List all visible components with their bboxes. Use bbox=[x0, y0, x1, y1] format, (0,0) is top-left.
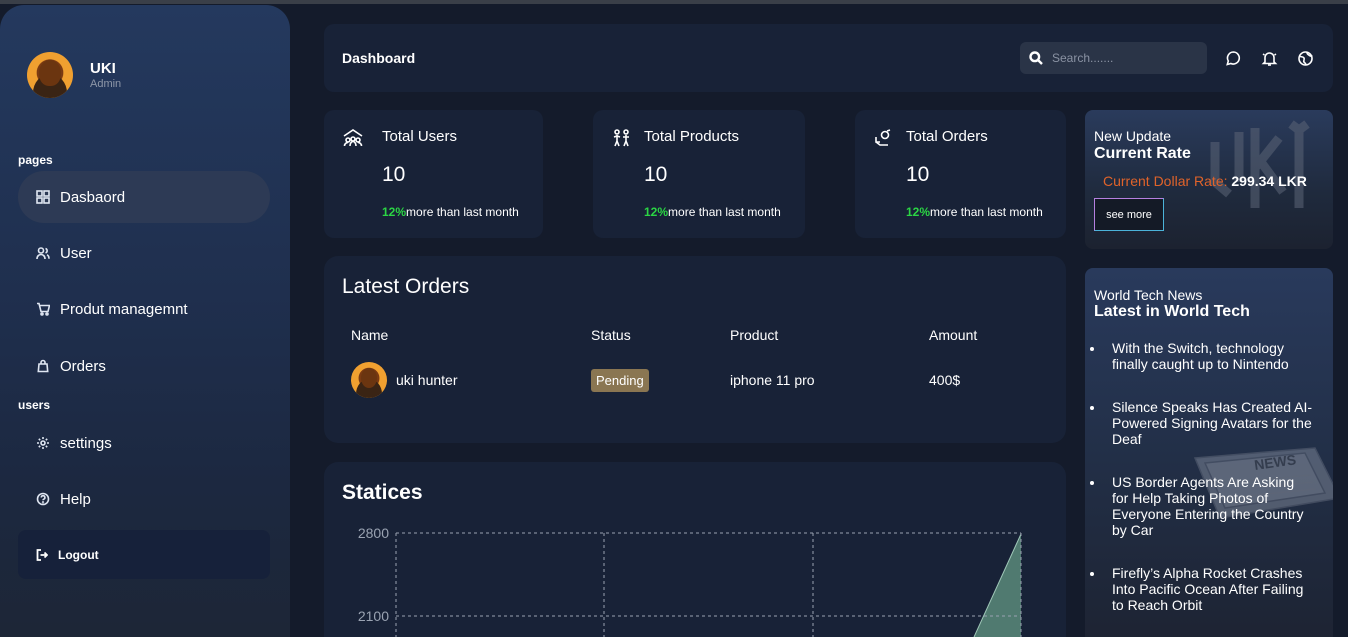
page-title: Dashboard bbox=[342, 50, 416, 66]
cart-icon bbox=[37, 302, 50, 316]
sidebar-item-orders[interactable]: Orders bbox=[18, 340, 270, 392]
search-icon bbox=[1029, 51, 1043, 65]
section-label-pages: pages bbox=[18, 153, 53, 167]
order-amount: 400$ bbox=[929, 372, 961, 388]
users-group-icon bbox=[343, 129, 363, 147]
orders-title: Latest Orders bbox=[342, 275, 470, 298]
chart-grid bbox=[395, 532, 1022, 637]
help-icon bbox=[36, 492, 50, 506]
gear-icon bbox=[37, 437, 49, 449]
column-header-status: Status bbox=[591, 327, 631, 343]
order-product: iphone 11 pro bbox=[730, 372, 815, 388]
sidebar-item-label: Dasbaord bbox=[60, 188, 126, 206]
news-item[interactable]: US Border Agents Are Asking for Help Tak… bbox=[1090, 474, 1312, 538]
stat-value: 10 bbox=[382, 163, 406, 186]
sidebar: UKI Admin pages Dasbaord User Produt man… bbox=[0, 5, 290, 637]
stat-card-total-orders[interactable]: Total Orders 10 12%more than last month bbox=[855, 110, 1066, 238]
news-list: With the Switch, technology finally caug… bbox=[1090, 340, 1312, 613]
stat-title: Total Users bbox=[382, 128, 458, 145]
order-customer-name: uki hunter bbox=[396, 372, 458, 388]
logout-label: Logout bbox=[58, 547, 99, 562]
stat-foot-text: more than last month bbox=[668, 205, 781, 219]
user-role: Admin bbox=[90, 78, 122, 90]
column-header-name: Name bbox=[351, 327, 389, 343]
chat-icon[interactable] bbox=[1225, 50, 1242, 67]
sidebar-item-label: Orders bbox=[60, 357, 106, 375]
stat-foot-text: more than last month bbox=[406, 205, 519, 219]
stat-title: Total Products bbox=[644, 128, 740, 145]
stat-card-total-products[interactable]: Total Products 10 12%more than last mont… bbox=[593, 110, 805, 238]
status-badge: Pending bbox=[591, 369, 649, 392]
bag-icon bbox=[37, 359, 49, 373]
sidebar-item-product-management[interactable]: Produt managemnt bbox=[18, 283, 270, 335]
y-tick-label: 2800 bbox=[358, 525, 389, 541]
y-tick-label: 2100 bbox=[358, 608, 389, 624]
latest-orders-card: Latest Orders Name Status Product Amount… bbox=[324, 256, 1066, 443]
news-item[interactable]: With the Switch, technology finally caug… bbox=[1090, 340, 1312, 372]
stat-title: Total Orders bbox=[906, 128, 988, 145]
rate-kicker: New Update bbox=[1094, 128, 1172, 144]
see-more-button[interactable]: see more bbox=[1094, 198, 1164, 231]
products-icon bbox=[613, 129, 629, 147]
user-name: UKI bbox=[90, 60, 116, 77]
logout-icon bbox=[36, 548, 48, 561]
news-item[interactable]: Firefly’s Alpha Rocket Crashes Into Paci… bbox=[1090, 565, 1312, 613]
column-header-product: Product bbox=[730, 327, 779, 343]
statistics-card: Statices 2800 2100 bbox=[324, 462, 1066, 637]
sidebar-item-label: Help bbox=[60, 490, 91, 508]
section-label-users: users bbox=[18, 398, 51, 412]
dollar-rate: Current Dollar Rate: 299.34 LKR bbox=[1103, 173, 1307, 189]
stat-footnote: 12%more than last month bbox=[382, 205, 519, 219]
sidebar-item-user[interactable]: User bbox=[18, 227, 270, 279]
sidebar-item-label: User bbox=[60, 244, 92, 262]
stat-percent: 12% bbox=[644, 205, 669, 219]
stat-footnote: 12%more than last month bbox=[906, 205, 1043, 219]
dashboard-icon bbox=[36, 190, 50, 204]
avatar bbox=[351, 362, 387, 398]
news-title: Latest in World Tech bbox=[1094, 303, 1250, 320]
bell-icon[interactable] bbox=[1261, 50, 1278, 67]
orders-icon bbox=[875, 129, 891, 146]
search-input[interactable] bbox=[1052, 48, 1197, 68]
uki-logo-watermark bbox=[1210, 120, 1310, 208]
users-icon bbox=[36, 247, 50, 260]
statistics-chart: 2800 2100 bbox=[358, 525, 1022, 637]
dollar-rate-value: 299.34 LKR bbox=[1231, 173, 1307, 189]
stat-value: 10 bbox=[644, 163, 668, 186]
search-box[interactable] bbox=[1020, 42, 1207, 74]
stat-percent: 12% bbox=[906, 205, 931, 219]
news-kicker: World Tech News bbox=[1094, 287, 1203, 303]
sidebar-item-settings[interactable]: settings bbox=[18, 417, 270, 469]
stat-footnote: 12%more than last month bbox=[644, 205, 781, 219]
stat-value: 10 bbox=[906, 163, 930, 186]
stat-foot-text: more than last month bbox=[930, 205, 1043, 219]
logout-button[interactable]: Logout bbox=[18, 530, 270, 579]
avatar bbox=[27, 52, 73, 98]
user-profile[interactable]: UKI Admin bbox=[27, 52, 121, 98]
rate-title: Current Rate bbox=[1094, 145, 1191, 162]
stat-card-total-users[interactable]: Total Users 10 12%more than last month bbox=[324, 110, 543, 238]
stat-percent: 12% bbox=[382, 205, 407, 219]
dollar-rate-label: Current Dollar Rate: bbox=[1103, 173, 1232, 189]
sidebar-item-label: Produt managemnt bbox=[60, 300, 188, 318]
globe-icon[interactable] bbox=[1297, 50, 1314, 67]
browser-top-line bbox=[0, 0, 1348, 4]
news-item[interactable]: Silence Speaks Has Created AI-Powered Si… bbox=[1090, 399, 1312, 447]
top-header: Dashboard bbox=[324, 24, 1333, 92]
column-header-amount: Amount bbox=[929, 327, 978, 343]
sidebar-item-dashboard[interactable]: Dasbaord bbox=[18, 171, 270, 223]
current-rate-card: New Update Current Rate Current Dollar R… bbox=[1085, 110, 1333, 249]
sidebar-item-help[interactable]: Help bbox=[18, 473, 270, 525]
tech-news-card: NEWS World Tech News Latest in World Tec… bbox=[1085, 268, 1333, 637]
sidebar-item-label: settings bbox=[60, 434, 112, 452]
